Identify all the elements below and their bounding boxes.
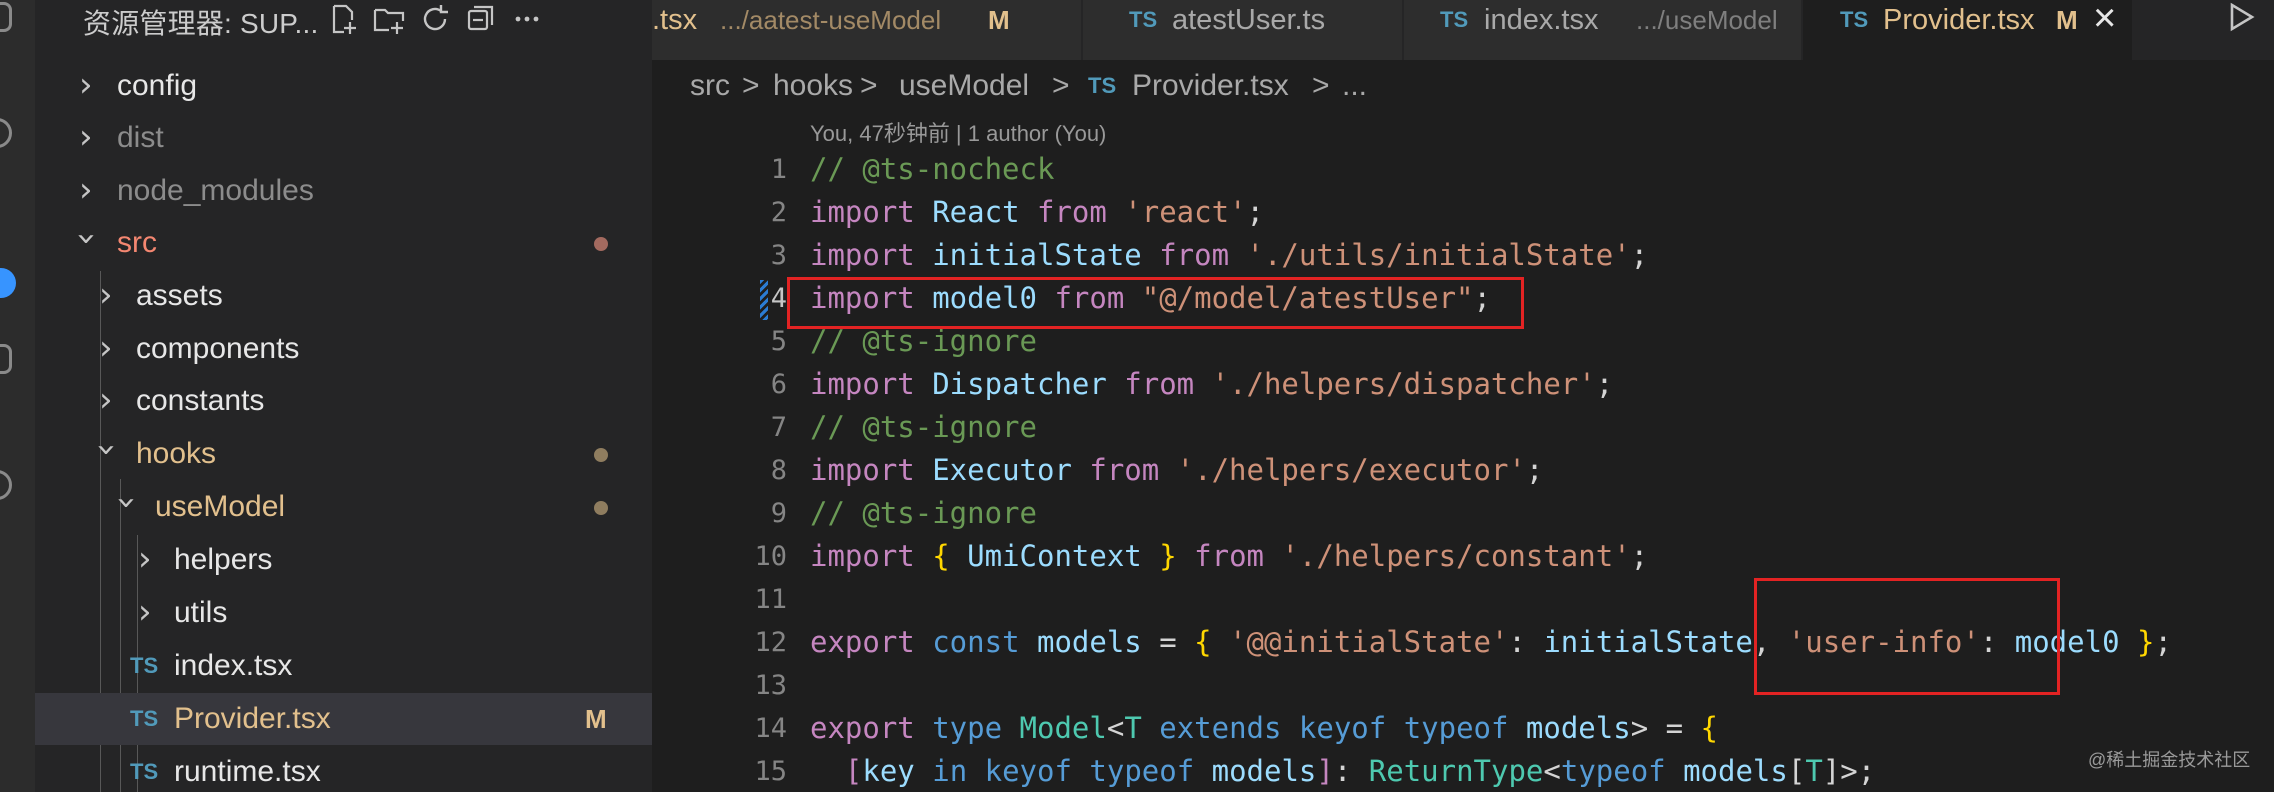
breadcrumb-hooks[interactable]: hooks	[773, 66, 853, 106]
tab-label: index.tsx	[1484, 4, 1599, 36]
line-number: 7	[770, 412, 787, 443]
line-number: 15	[754, 756, 787, 787]
code-text[interactable]: import { UmiContext } from './helpers/co…	[810, 535, 1648, 578]
code-line: 15 [key in keyof typeof models]: ReturnT…	[0, 750, 2274, 792]
code-text[interactable]: // @ts-nocheck	[810, 148, 1054, 191]
collapse-all-icon[interactable]	[464, 2, 498, 36]
code-text[interactable]: // @ts-ignore	[810, 492, 1037, 535]
code-text[interactable]: import Dispatcher from './helpers/dispat…	[810, 363, 1613, 406]
tab-label: Provider.tsx	[1883, 4, 2035, 36]
modified-badge: M	[2056, 5, 2078, 35]
breadcrumb-separator: >	[1312, 69, 1330, 102]
editor-tab-bar: .tsx .../aatest-useModel M TS atestUser.…	[652, 0, 2274, 60]
watermark: @稀土掘金技术社区	[2088, 750, 2251, 770]
line-number: 3	[770, 240, 787, 271]
tab-index[interactable]: TS index.tsx .../useModel	[1404, 0, 1802, 60]
code-line: 10 import { UmiContext } from './helpers…	[0, 535, 2274, 578]
new-folder-icon[interactable]	[372, 2, 406, 36]
highlight-box-import	[787, 277, 1524, 329]
code-text[interactable]: // @ts-ignore	[810, 406, 1037, 449]
new-file-icon[interactable]	[326, 2, 360, 36]
line-number: 5	[770, 326, 787, 357]
code-text[interactable]: import React from 'react';	[810, 191, 1264, 234]
line-number: 4	[770, 283, 787, 314]
code-line: 14 export type Model<T extends keyof typ…	[0, 707, 2274, 750]
line-number: 12	[754, 627, 787, 658]
run-icon[interactable]	[2212, 0, 2274, 60]
line-number: 8	[770, 455, 787, 486]
code-line: 6 import Dispatcher from './helpers/disp…	[0, 363, 2274, 406]
tree-item-config[interactable]: › config	[35, 60, 652, 112]
tab-aatest-usemodel[interactable]: .tsx .../aatest-useModel M	[652, 0, 1082, 60]
breadcrumb-src[interactable]: src	[690, 66, 730, 106]
tab-label: atestUser.ts	[1172, 4, 1326, 36]
line-number: 14	[754, 713, 787, 744]
explorer-title: 资源管理器: SUP...	[83, 8, 319, 39]
code-line: 1 // @ts-nocheck	[0, 148, 2274, 191]
code-text[interactable]: export type Model<T extends keyof typeof…	[810, 707, 1718, 750]
breadcrumb-separator: >	[860, 69, 878, 102]
tab-atestuser[interactable]: TS atestUser.ts	[1083, 0, 1403, 60]
line-number: 6	[770, 369, 787, 400]
code-line: 2 import React from 'react';	[0, 191, 2274, 234]
breadcrumb-more[interactable]: ...	[1342, 66, 1367, 106]
refresh-icon[interactable]	[418, 2, 452, 36]
typescript-file-icon: TS	[1440, 7, 1469, 32]
typescript-file-icon: TS	[1088, 73, 1117, 98]
breadcrumb-provider[interactable]: Provider.tsx	[1132, 66, 1289, 106]
breadcrumb-usemodel[interactable]: useModel	[899, 66, 1029, 106]
code-line: 8 import Executor from './helpers/execut…	[0, 449, 2274, 492]
line-number: 10	[754, 541, 787, 572]
tab-label: .tsx	[652, 4, 698, 36]
line-number: 1	[770, 154, 787, 185]
line-number: 11	[754, 584, 787, 615]
chevron-right-icon: ›	[79, 65, 93, 105]
code-text[interactable]: import initialState from './utils/initia…	[810, 234, 1648, 277]
tab-path: .../useModel	[1636, 5, 1778, 35]
breadcrumb-separator: >	[1052, 69, 1070, 102]
codelens-blame[interactable]: You, 47秒钟前 | 1 author (You)	[810, 116, 1106, 148]
code-line: 9 // @ts-ignore	[0, 492, 2274, 535]
tab-provider[interactable]: TS Provider.tsx M ×	[1803, 0, 2133, 60]
search-icon[interactable]	[0, 118, 12, 148]
typescript-file-icon: TS	[1840, 7, 1869, 32]
line-number: 13	[754, 670, 787, 701]
breadcrumb-separator: >	[742, 69, 760, 102]
line-number: 2	[770, 197, 787, 228]
highlight-box-user-info	[1754, 578, 2060, 695]
more-icon[interactable]	[510, 2, 544, 36]
close-icon[interactable]: ×	[2093, 0, 2116, 38]
code-text[interactable]: [key in keyof typeof models]: ReturnType…	[810, 750, 1875, 792]
code-text[interactable]: import Executor from './helpers/executor…	[810, 449, 1543, 492]
line-number: 9	[770, 498, 787, 529]
tab-path: .../aatest-useModel	[720, 5, 942, 35]
modified-badge: M	[988, 5, 1010, 35]
explorer-header: 资源管理器: SUP...	[35, 0, 652, 39]
explorer-icon[interactable]	[0, 2, 12, 32]
code-line: 7 // @ts-ignore	[0, 406, 2274, 449]
code-line: 3 import initialState from './utils/init…	[0, 234, 2274, 277]
typescript-file-icon: TS	[1129, 7, 1158, 32]
tree-item-label: config	[117, 69, 198, 102]
